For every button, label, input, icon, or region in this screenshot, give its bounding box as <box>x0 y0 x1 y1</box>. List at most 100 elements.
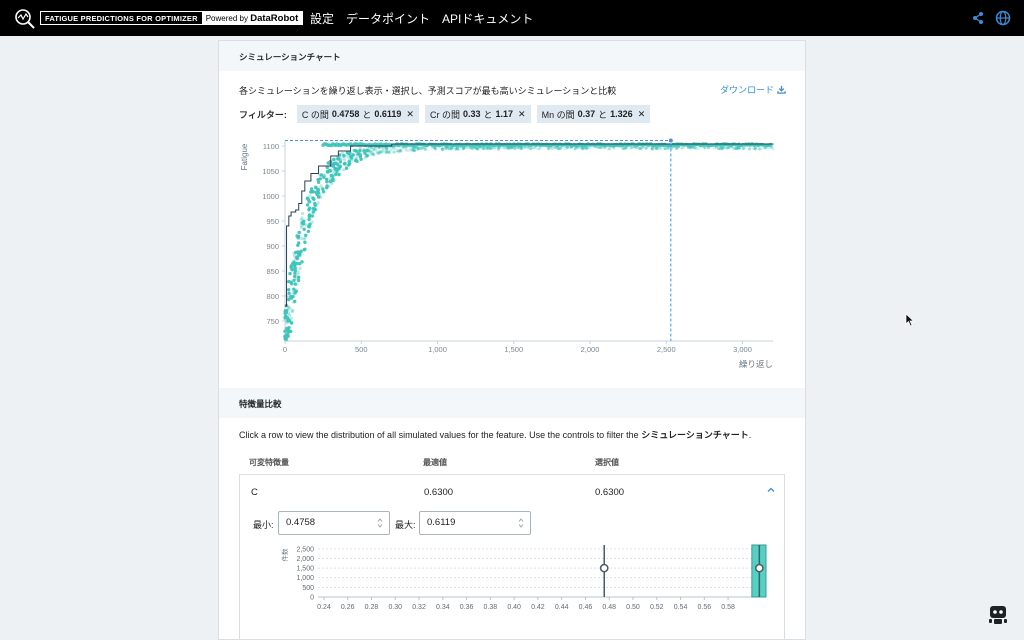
scatter-point <box>347 162 352 166</box>
simulation-section-title: シミュレーションチャート <box>219 41 805 71</box>
scatter-point <box>310 214 314 218</box>
scatter-point <box>332 179 336 183</box>
download-link[interactable]: ダウンロード <box>720 83 786 96</box>
hist-x-tick-label: 0.42 <box>531 604 545 611</box>
best-so-far-line <box>285 143 774 307</box>
scatter-point <box>392 150 396 154</box>
scatter-point <box>332 157 336 162</box>
scatter-point <box>316 191 321 195</box>
feature-desc-link[interactable]: シミュレーションチャート <box>641 430 749 440</box>
scatter-point <box>342 157 347 162</box>
min-input[interactable]: 0.4758 <box>278 511 390 535</box>
spinner-icon[interactable] <box>518 517 524 529</box>
y-axis-title: Fatigue <box>240 143 249 170</box>
filter-chip-mn[interactable]: Mn の間 0.37 と 1.326 ✕ <box>536 105 651 123</box>
scatter-point <box>331 174 335 178</box>
chip-prefix: C の間 <box>301 109 329 120</box>
scatter-point <box>292 294 296 298</box>
scatter-point <box>712 146 716 150</box>
scatter-point <box>342 162 347 166</box>
scatter-point <box>308 194 312 198</box>
close-icon[interactable]: ✕ <box>406 109 414 120</box>
scatter-point <box>306 197 310 202</box>
hist-x-tick-label: 0.54 <box>674 604 688 611</box>
scatter-point <box>399 148 403 152</box>
top-bar: FATIGUE PREDICTIONS FOR OPTIMIZER Powere… <box>0 0 1024 36</box>
scatter-point <box>319 173 323 177</box>
hist-y-tick-label: 1,000 <box>296 575 314 582</box>
scatter-point <box>288 271 292 276</box>
scatter-point <box>404 148 408 152</box>
column-optimal: 最適値 <box>423 458 447 467</box>
max-input[interactable]: 0.6119 <box>419 511 531 535</box>
scatter-point <box>454 147 458 151</box>
scatter-point <box>287 318 291 322</box>
chevron-up-icon[interactable] <box>766 485 776 495</box>
chip-mid: と <box>598 109 608 120</box>
scatter-point <box>365 148 369 153</box>
chip-high: 1.17 <box>495 109 514 119</box>
chip-low: 0.37 <box>577 109 596 119</box>
hist-x-tick-label: 0.38 <box>484 604 498 611</box>
scatter-point <box>341 168 346 172</box>
scatter-point <box>319 184 323 188</box>
nav-api-docs[interactable]: APIドキュメント <box>442 10 533 27</box>
scatter-point <box>295 282 299 287</box>
feature-row-c[interactable]: C 0.6300 0.6300 最小: 0.4758 最大: 0.6119 件数… <box>239 474 785 640</box>
feature-histogram[interactable]: 件数 2,500 2,000 1,500 1,000 500 00.24 0.26 0.28 0.… <box>240 537 784 617</box>
download-label: ダウンロード <box>720 85 775 95</box>
x-tick-label: 2,500 <box>657 345 676 354</box>
feature-desc-text: Click a row to view the distribution of … <box>239 430 639 440</box>
scatter-point <box>556 146 560 150</box>
x-tick-label: 2,000 <box>581 345 600 354</box>
filter-chip-cr[interactable]: Cr の間 0.33 と 1.17 ✕ <box>424 105 531 123</box>
share-icon[interactable] <box>970 10 986 26</box>
close-icon[interactable]: ✕ <box>518 109 526 120</box>
selected-point <box>668 138 673 143</box>
max-value: 0.6119 <box>427 517 456 528</box>
assistant-bot-icon[interactable] <box>988 604 1008 626</box>
chip-high: 1.326 <box>610 109 633 119</box>
scatter-point <box>741 147 745 151</box>
scatter-point <box>369 152 373 156</box>
scatter-point <box>321 187 325 191</box>
filter-chip-c[interactable]: C の間 0.4758 と 0.6119 ✕ <box>296 105 419 123</box>
scatter-point <box>287 305 291 310</box>
scatter-point <box>345 151 350 155</box>
simulation-chart[interactable]: 750 800 850 900 950 1000 1050 1100 0 500 1,000 1,50… <box>219 131 805 371</box>
scatter-point <box>761 146 764 150</box>
hist-x-tick-label: 0.48 <box>602 604 616 611</box>
brand-badge[interactable]: FATIGUE PREDICTIONS FOR OPTIMIZER Powere… <box>40 11 304 25</box>
scatter-point <box>290 282 294 287</box>
scatter-point <box>353 148 357 153</box>
feature-optimal: 0.6300 <box>424 487 454 498</box>
hist-x-tick-label: 0.46 <box>579 604 593 611</box>
scatter-point <box>355 159 359 163</box>
scatter-point <box>287 288 291 292</box>
scatter-point <box>283 337 287 341</box>
scatter-point <box>608 147 612 151</box>
x-tick-label: 0 <box>283 345 287 354</box>
scatter-point <box>342 153 346 158</box>
filter-label: フィルター: <box>239 109 287 120</box>
feature-selected: 0.6300 <box>595 487 625 498</box>
top-nav: 設定 データポイント APIドキュメント <box>310 10 533 27</box>
nav-settings[interactable]: 設定 <box>310 10 334 27</box>
scatter-point <box>283 329 287 333</box>
filter-bar: フィルター: C の間 0.4758 と 0.6119 ✕ Cr の間 0.33… <box>239 105 651 123</box>
scatter-point <box>351 153 355 157</box>
scatter-point <box>293 266 297 271</box>
feature-section-title: 特徴量比較 <box>219 388 805 418</box>
scatter-point <box>663 146 666 150</box>
scatter-point <box>337 172 341 177</box>
close-icon[interactable]: ✕ <box>638 109 646 120</box>
hist-x-tick-label: 0.58 <box>721 604 735 611</box>
scatter-point <box>305 203 310 207</box>
column-variable-feature: 可変特徴量 <box>249 458 289 467</box>
nav-datapoints[interactable]: データポイント <box>346 10 430 27</box>
scatter-point <box>291 261 295 266</box>
max-label: 最大: <box>395 520 416 530</box>
globe-icon[interactable] <box>995 10 1011 26</box>
hist-y-tick-label: 1,500 <box>296 566 314 573</box>
spinner-icon[interactable] <box>377 517 383 529</box>
